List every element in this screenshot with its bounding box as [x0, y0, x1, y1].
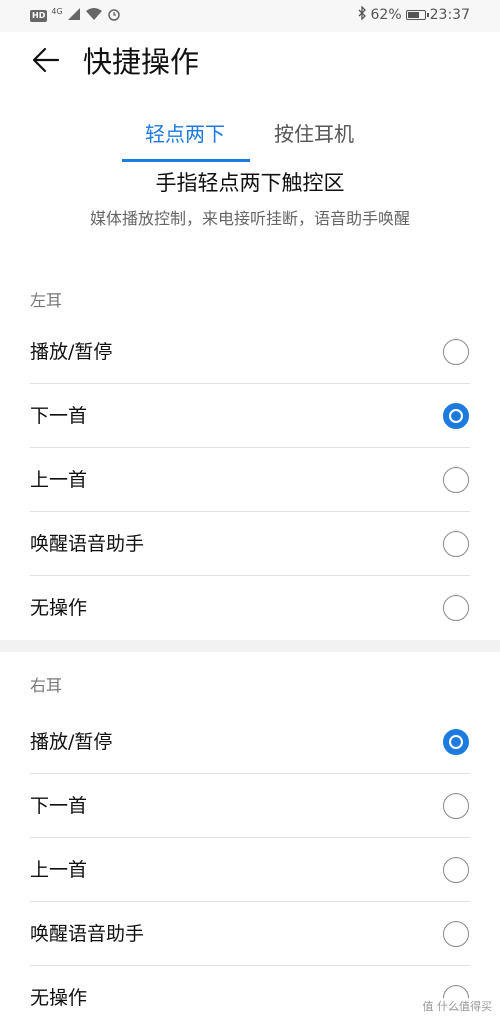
option-label: 播放/暂停: [30, 341, 113, 363]
radio-button[interactable]: [443, 467, 469, 493]
left-option-voice-assistant[interactable]: 唤醒语音助手: [30, 512, 470, 576]
option-label: 上一首: [30, 469, 88, 491]
title-bar: 快捷操作: [0, 32, 500, 92]
right-option-previous[interactable]: 上一首: [30, 838, 470, 902]
option-label: 下一首: [30, 795, 88, 817]
alarm-icon: [107, 6, 121, 25]
radio-button[interactable]: [443, 403, 469, 429]
tab-double-tap[interactable]: 轻点两下: [145, 120, 225, 148]
watermark: 值 什么值得买: [422, 998, 493, 1014]
battery-fill: [407, 12, 419, 18]
left-option-play-pause[interactable]: 播放/暂停: [30, 320, 470, 384]
clock: 23:37: [429, 7, 470, 23]
right-option-voice-assistant[interactable]: 唤醒语音助手: [30, 902, 470, 966]
back-button[interactable]: [30, 44, 62, 76]
radio-button[interactable]: [443, 595, 469, 621]
intro-title: 手指轻点两下触控区: [155, 171, 345, 195]
option-label: 播放/暂停: [30, 731, 113, 753]
radio-button[interactable]: [443, 921, 469, 947]
section-label-left-ear: 左耳: [30, 291, 63, 310]
section-divider: [0, 640, 500, 652]
intro-subtitle: 媒体播放控制，来电接听挂断，语音助手唤醒: [89, 209, 410, 228]
radio-button[interactable]: [443, 339, 469, 365]
option-label: 无操作: [30, 987, 88, 1009]
status-left: HD 4G: [30, 6, 121, 25]
status-bar: HD 4G 62% 23:37: [0, 0, 500, 32]
radio-button[interactable]: [443, 857, 469, 883]
signal-icon: [67, 6, 81, 25]
left-option-none[interactable]: 无操作: [30, 576, 470, 640]
right-option-none[interactable]: 无操作: [30, 966, 470, 1020]
watermark-text: 值 什么值得买: [422, 1000, 493, 1013]
radio-button[interactable]: [443, 793, 469, 819]
left-option-previous[interactable]: 上一首: [30, 448, 470, 512]
wifi-icon: [85, 6, 103, 25]
back-arrow-icon: [32, 47, 60, 73]
option-label: 无操作: [30, 597, 88, 619]
right-option-play-pause[interactable]: 播放/暂停: [30, 710, 470, 774]
left-option-next[interactable]: 下一首: [30, 384, 470, 448]
option-label: 下一首: [30, 405, 88, 427]
battery-percent: 62%: [370, 7, 402, 23]
option-label: 唤醒语音助手: [30, 533, 145, 555]
radio-button[interactable]: [443, 729, 469, 755]
battery-icon: [405, 10, 429, 20]
section-label-right-ear: 右耳: [30, 676, 63, 695]
option-label: 唤醒语音助手: [30, 923, 145, 945]
tab-press-hold[interactable]: 按住耳机: [274, 120, 354, 148]
right-option-next[interactable]: 下一首: [30, 774, 470, 838]
hd-badge: HD: [30, 9, 48, 22]
tab-bar: 轻点两下 按住耳机: [0, 112, 500, 162]
page-title: 快捷操作: [83, 45, 200, 79]
option-label: 上一首: [30, 859, 88, 881]
network-badge: 4G: [51, 7, 63, 16]
tab-indicator: [122, 159, 250, 162]
status-right: 62% 23:37: [357, 5, 470, 24]
radio-button[interactable]: [443, 531, 469, 557]
bluetooth-icon: [357, 5, 367, 24]
